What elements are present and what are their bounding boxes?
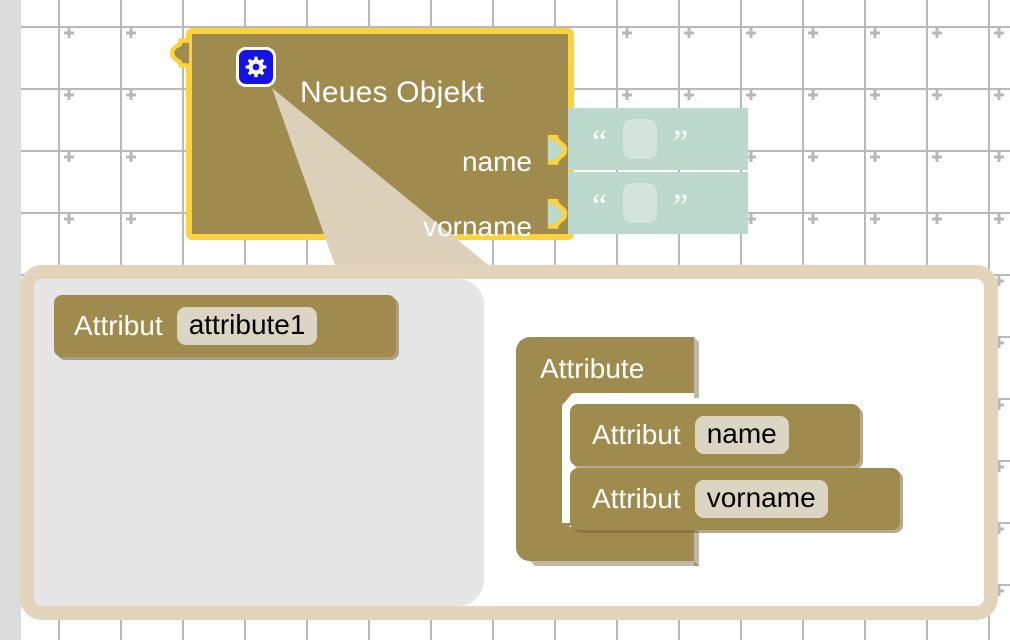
- text-input-name[interactable]: [623, 119, 658, 159]
- flyout-block-attribut[interactable]: Attribut attribute1: [54, 295, 396, 357]
- text-block-name[interactable]: “ ”: [568, 108, 748, 170]
- container-block-label: Attribute: [540, 353, 645, 384]
- text-input-vorname[interactable]: [623, 183, 658, 223]
- item-block-field-name[interactable]: name: [694, 416, 789, 454]
- open-quote-icon: “: [592, 124, 608, 161]
- value-socket-vorname[interactable]: [546, 199, 572, 251]
- block-row-label-vorname: vorname: [423, 211, 532, 242]
- block-title: Neues Objekt: [300, 76, 485, 109]
- item-block-label: Attribut: [592, 483, 681, 514]
- block-neues-objekt[interactable]: Neues Objekt name vorname: [170, 28, 586, 242]
- mutator-item-block-vorname[interactable]: Attribut vorname: [570, 468, 900, 530]
- item-block-label: Attribut: [592, 419, 681, 450]
- flyout-block-label: Attribut: [74, 310, 163, 341]
- workspace-left-rail: [0, 0, 21, 640]
- close-quote-icon: ”: [673, 188, 689, 225]
- value-socket-name[interactable]: [546, 135, 572, 187]
- mutator-item-block-name[interactable]: Attribut name: [570, 404, 860, 466]
- block-row-label-name: name: [461, 146, 532, 177]
- text-block-vorname[interactable]: “ ”: [568, 172, 748, 234]
- close-quote-icon: ”: [673, 124, 689, 161]
- block-output-plug: [170, 38, 190, 68]
- item-block-field-vorname[interactable]: vorname: [694, 480, 828, 518]
- blockly-workspace[interactable]: Neues Objekt name vorname “ ” “ ” Attrib…: [0, 0, 1010, 640]
- gear-icon[interactable]: [236, 47, 276, 87]
- flyout-block-field[interactable]: attribute1: [176, 307, 318, 345]
- open-quote-icon: “: [592, 188, 608, 225]
